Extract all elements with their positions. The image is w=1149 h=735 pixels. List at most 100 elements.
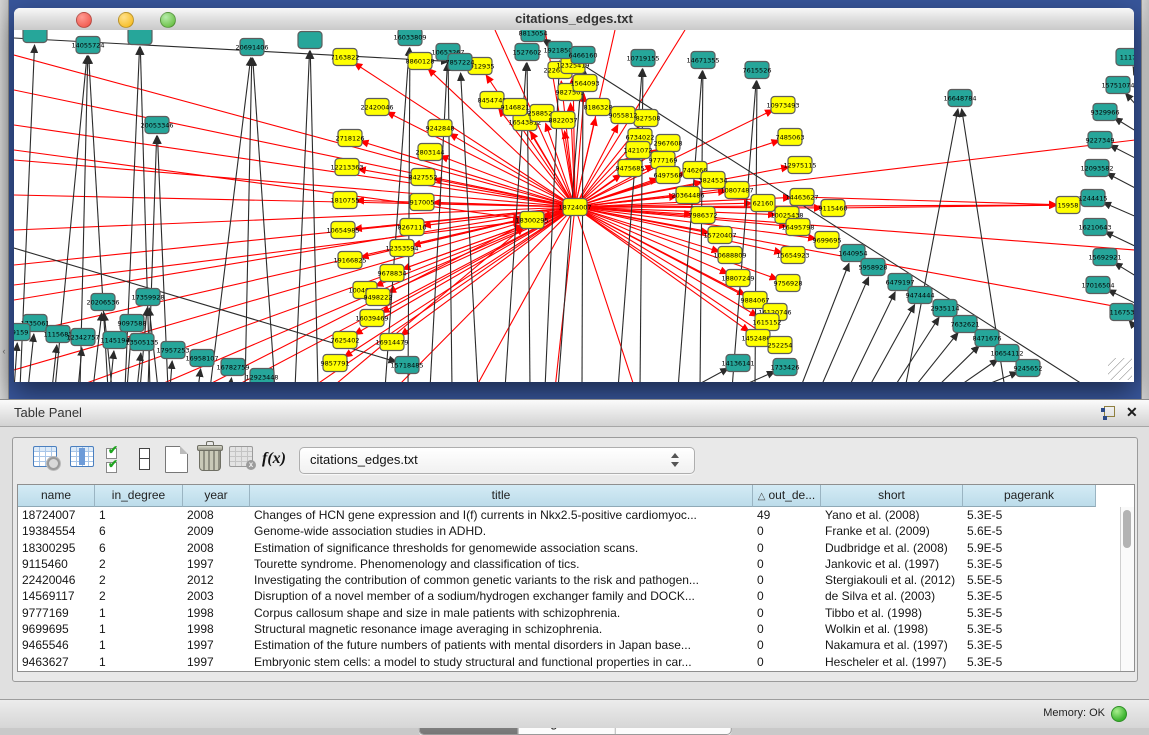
- table-row[interactable]: 977716911998Corpus callosum shape and si…: [18, 605, 1121, 621]
- citation-edge-black[interactable]: [893, 317, 939, 382]
- column-header-short[interactable]: short: [821, 485, 963, 507]
- citation-edge-black[interactable]: [1114, 118, 1134, 133]
- citation-edge-black[interactable]: [690, 368, 728, 382]
- cell-year: 2012: [183, 572, 250, 588]
- table-row[interactable]: 911546021997Tourette syndrome. Phenomeno…: [18, 556, 1121, 572]
- row-height-icon[interactable]: [139, 448, 150, 470]
- cell-pagerank: 5.3E-5: [963, 588, 1096, 604]
- table-row[interactable]: 1830029562008Estimation of significance …: [18, 540, 1121, 556]
- column-header-name[interactable]: name: [18, 485, 95, 507]
- citation-edge-black[interactable]: [14, 343, 17, 382]
- citation-edge-red[interactable]: [401, 207, 575, 335]
- citation-edge-black[interactable]: [1133, 67, 1134, 78]
- float-panel-icon[interactable]: [1101, 406, 1114, 419]
- cell-title: Genome-wide association studies in ADHD.: [250, 523, 753, 539]
- cell-in_degree: 1: [95, 654, 183, 670]
- node-label: 16210643: [1078, 223, 1111, 231]
- cell-title: Disruption of a novel member of a sodium…: [250, 588, 753, 604]
- cell-pagerank: 5.3E-5: [963, 637, 1096, 653]
- column-header-pagerank[interactable]: pagerank: [963, 485, 1096, 507]
- cell-year: 1998: [183, 621, 250, 637]
- node-label: 6497568: [654, 171, 683, 179]
- citation-edge-black[interactable]: [800, 263, 849, 382]
- table-row[interactable]: 1456911722003Disruption of a novel membe…: [18, 588, 1121, 604]
- table-row[interactable]: 946554611997Estimation of the future num…: [18, 637, 1121, 653]
- citation-edge-black[interactable]: [905, 109, 958, 382]
- column-header-year[interactable]: year: [183, 485, 250, 507]
- citation-edge-black[interactable]: [93, 313, 102, 382]
- new-column-icon[interactable]: [165, 446, 188, 473]
- graph-node[interactable]: [298, 32, 322, 49]
- network-canvas[interactable]: 1872400771638228860128891293522260538982…: [14, 30, 1134, 382]
- close-panel-icon[interactable]: ✕: [1126, 404, 1138, 421]
- citation-edge-red[interactable]: [14, 160, 575, 207]
- citation-edge-black[interactable]: [28, 334, 34, 382]
- citation-edge-black[interactable]: [700, 71, 703, 382]
- citation-edge-red[interactable]: [14, 125, 575, 207]
- table-row[interactable]: 1872400712008Changes of HCN gene express…: [18, 507, 1121, 523]
- delete-icon[interactable]: [199, 443, 221, 471]
- cell-pagerank: 5.3E-5: [963, 654, 1096, 670]
- citation-edge-black[interactable]: [1114, 263, 1134, 278]
- citation-edge-black[interactable]: [1107, 173, 1134, 190]
- cell-name: 9463627: [18, 654, 95, 670]
- table-selector-dropdown[interactable]: citations_edges.txt: [299, 447, 695, 474]
- delete-table-icon[interactable]: x: [229, 446, 253, 467]
- column-visibility-icon[interactable]: [70, 446, 94, 467]
- citation-edge-black[interactable]: [1125, 93, 1134, 108]
- citation-edge-black[interactable]: [210, 58, 251, 382]
- collapse-panel-icon[interactable]: ‹: [0, 346, 8, 356]
- node-label: 9474444: [906, 291, 935, 299]
- column-header-out_degree[interactable]: △out_de...: [753, 485, 821, 507]
- table-row[interactable]: 2242004622012Investigating the contribut…: [18, 572, 1121, 588]
- citation-edge-black[interactable]: [1129, 320, 1134, 332]
- citation-edge-black[interactable]: [848, 292, 895, 382]
- node-label: 14055724: [71, 41, 104, 49]
- table-row[interactable]: 1938455462009Genome-wide association stu…: [18, 523, 1121, 539]
- citation-edge-black[interactable]: [1110, 145, 1134, 160]
- cell-out_degree: 0: [753, 540, 821, 556]
- citation-edge-black[interactable]: [913, 333, 958, 382]
- table-row[interactable]: 946362711997Embryonic stem cells: a mode…: [18, 654, 1121, 670]
- table-body[interactable]: 1872400712008Changes of HCN gene express…: [18, 507, 1121, 671]
- citation-edge-black[interactable]: [820, 277, 869, 382]
- right-panel-divider[interactable]: [1141, 0, 1149, 399]
- citation-edge-black[interactable]: [1105, 232, 1134, 248]
- graph-node[interactable]: [128, 30, 152, 45]
- function-builder-icon[interactable]: f(x): [262, 450, 286, 468]
- sort-ascending-icon: △: [758, 491, 766, 502]
- resize-grip-icon[interactable]: [1108, 358, 1132, 380]
- citation-edge-black[interactable]: [1103, 202, 1134, 218]
- column-header-in_degree[interactable]: in_degree: [95, 485, 183, 507]
- cell-year: 2003: [183, 588, 250, 604]
- table-settings-icon[interactable]: [33, 446, 57, 467]
- citation-edge-red[interactable]: [14, 55, 575, 207]
- left-panel-divider[interactable]: [0, 0, 9, 399]
- node-label: 9329966: [1091, 108, 1120, 116]
- vertical-scrollbar[interactable]: [1120, 507, 1134, 671]
- cell-year: 2009: [183, 523, 250, 539]
- column-header-title[interactable]: title: [250, 485, 753, 507]
- window-title-bar[interactable]: citations_edges.txt: [14, 8, 1134, 31]
- cell-name: 18300295: [18, 540, 95, 556]
- node-label: 13505135: [125, 338, 158, 346]
- citation-edge-black[interactable]: [976, 372, 1018, 382]
- citation-edge-black[interactable]: [230, 378, 232, 382]
- citation-edge-black[interactable]: [137, 353, 141, 382]
- citation-edge-black[interactable]: [868, 305, 915, 382]
- node-label: 1564093: [571, 79, 600, 87]
- graph-node[interactable]: [23, 30, 47, 43]
- cell-year: 1997: [183, 654, 250, 670]
- cell-out_degree: 0: [753, 523, 821, 539]
- scrollbar-thumb[interactable]: [1123, 510, 1131, 548]
- citation-edge-black[interactable]: [1108, 290, 1134, 305]
- citation-edge-black[interactable]: [198, 369, 201, 382]
- citation-edge-black[interactable]: [170, 361, 172, 382]
- cell-year: 2008: [183, 540, 250, 556]
- node-label: 16782759: [216, 363, 249, 371]
- citation-edge-red[interactable]: [575, 207, 778, 279]
- citation-edge-red[interactable]: [14, 195, 575, 207]
- row-selection-icon[interactable]: [106, 448, 117, 476]
- node-label: 16033809: [393, 33, 426, 41]
- table-row[interactable]: 969969511998Structural magnetic resonanc…: [18, 621, 1121, 637]
